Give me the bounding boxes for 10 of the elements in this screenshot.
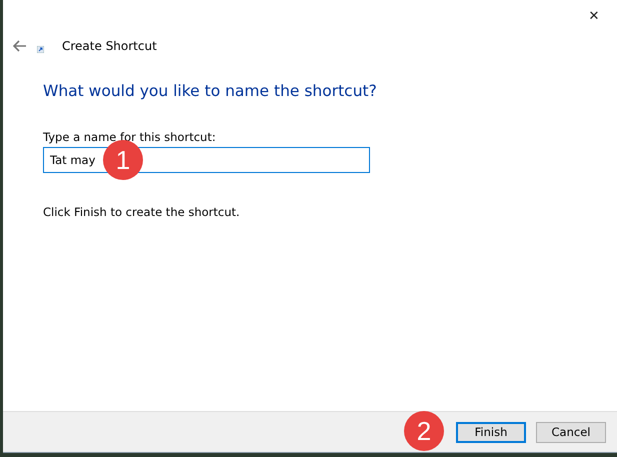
page-heading: What would you like to name the shortcut?	[43, 82, 378, 100]
step-marker: 2	[404, 411, 444, 452]
shortcut-icon	[37, 46, 44, 52]
close-button[interactable]: ✕	[571, 0, 617, 32]
back-arrow-icon[interactable]	[13, 40, 27, 52]
cancel-button[interactable]: Cancel	[536, 422, 606, 443]
step-marker: 1	[103, 140, 143, 180]
window-title: Create Shortcut	[62, 39, 157, 53]
finish-button[interactable]: Finish	[456, 422, 526, 443]
instruction-text: Click Finish to create the shortcut.	[43, 205, 241, 219]
